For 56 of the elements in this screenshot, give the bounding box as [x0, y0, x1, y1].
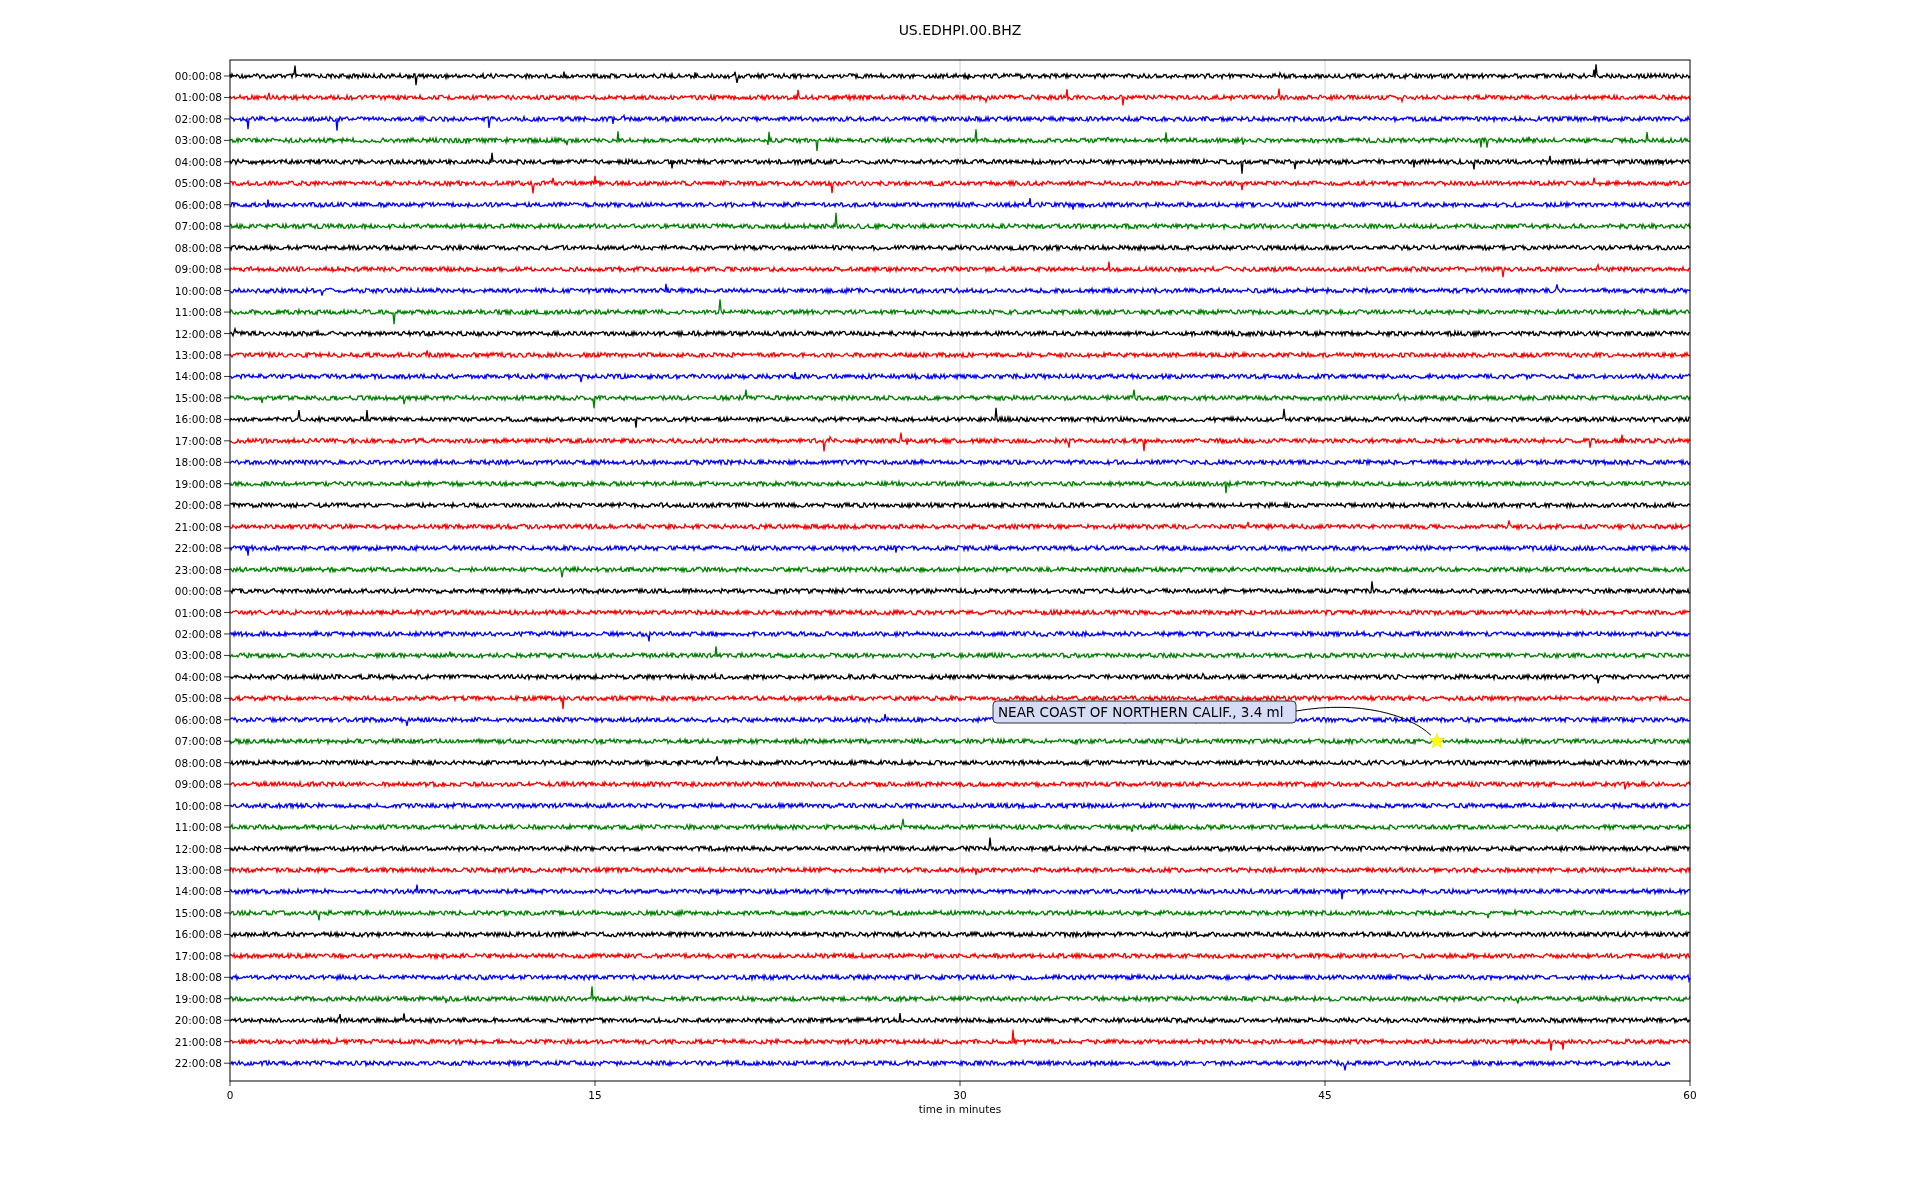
hour-label: 09:00:08 [174, 778, 222, 791]
hour-label: 03:00:08 [174, 649, 222, 662]
x-tick-label: 60 [1683, 1089, 1697, 1101]
hour-label: 15:00:08 [174, 391, 222, 404]
hour-label: 00:00:08 [174, 585, 222, 598]
hour-label: 17:00:08 [174, 434, 222, 447]
hour-label: 20:00:08 [174, 1014, 222, 1027]
hour-label: 12:00:08 [174, 842, 222, 855]
hour-label: 08:00:08 [174, 241, 222, 254]
hour-label: 05:00:08 [174, 177, 222, 190]
star-icon [1429, 733, 1445, 748]
hour-label: 02:00:08 [174, 627, 222, 640]
hour-label: 07:00:08 [174, 735, 222, 748]
hour-label: 11:00:08 [174, 306, 222, 319]
hour-label: 13:00:08 [174, 864, 222, 876]
hour-label: 04:00:08 [174, 670, 222, 683]
hour-label: 18:00:08 [174, 456, 222, 469]
hour-label: 10:00:08 [174, 284, 222, 297]
hour-label: 16:00:08 [174, 413, 222, 426]
hour-label: 03:00:08 [174, 134, 222, 147]
plot-title: US.EDHPI.00.BHZ [898, 22, 1022, 38]
hour-label: 08:00:08 [174, 756, 222, 769]
event-annotation: NEAR COAST OF NORTHERN CALIF., 3.4 ml [992, 700, 1297, 724]
hour-label: 06:00:08 [174, 713, 222, 726]
hour-label: 22:00:08 [174, 542, 222, 555]
x-axis-label: time in minutes [918, 1103, 1002, 1115]
hour-label: 14:00:08 [174, 370, 222, 383]
hour-label: 00:00:08 [174, 70, 222, 82]
x-tick-label: 30 [953, 1089, 967, 1101]
hour-label: 18:00:08 [174, 971, 222, 984]
hour-label: 20:00:08 [174, 499, 222, 512]
hour-label: 01:00:08 [174, 606, 222, 619]
hour-label: 17:00:08 [174, 949, 222, 962]
hour-label: 09:00:08 [174, 263, 222, 276]
hour-label: 12:00:08 [174, 327, 222, 340]
hour-label: 19:00:08 [174, 477, 222, 490]
hour-label: 06:00:08 [174, 198, 222, 211]
hour-label: 21:00:08 [174, 1035, 222, 1048]
hour-label: 23:00:08 [174, 563, 222, 576]
hour-label: 02:00:08 [174, 112, 222, 125]
hour-label: 07:00:08 [174, 220, 222, 233]
hour-label: 14:00:08 [174, 885, 222, 898]
hour-label: 21:00:08 [174, 520, 222, 533]
hour-label: 04:00:08 [174, 155, 222, 168]
hour-label: 19:00:08 [174, 992, 222, 1005]
hour-label: 01:00:08 [174, 91, 222, 104]
hour-label: 10:00:08 [174, 799, 222, 812]
hour-label: 15:00:08 [174, 906, 222, 919]
x-tick-label: 45 [1318, 1089, 1332, 1101]
x-tick-label: 15 [588, 1089, 602, 1101]
hour-label: 16:00:08 [174, 928, 222, 941]
hour-label: 13:00:08 [174, 349, 222, 361]
hour-label: 22:00:08 [174, 1057, 222, 1070]
hour-label: 05:00:08 [174, 692, 222, 705]
hour-label: 11:00:08 [174, 821, 222, 834]
x-tick-label: 0 [226, 1089, 234, 1101]
